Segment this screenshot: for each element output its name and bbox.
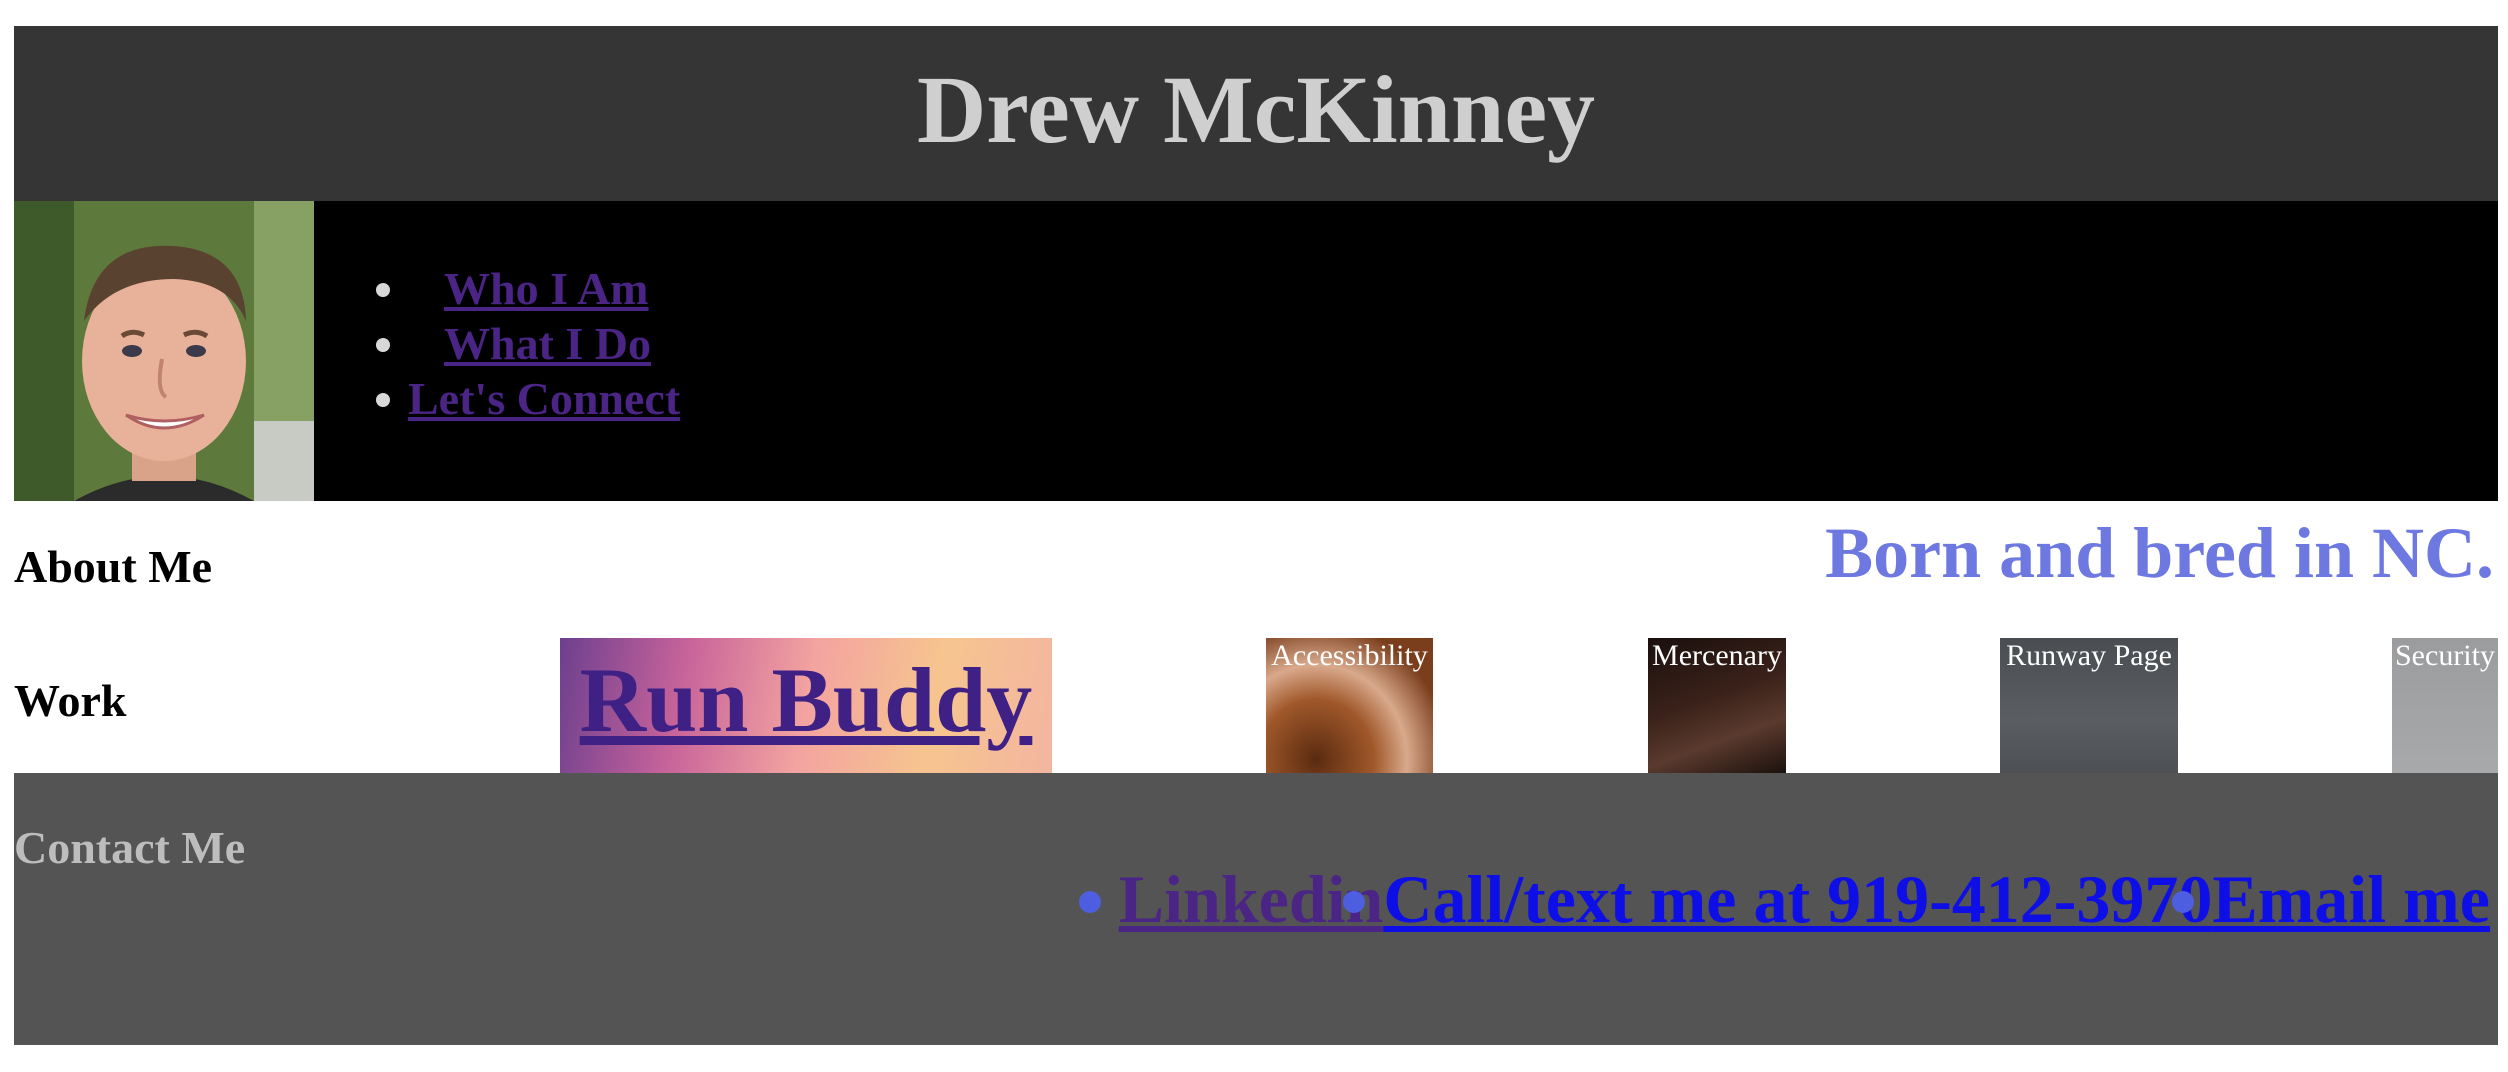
nav-list: Who I Am What I Do Let's Connect — [344, 261, 680, 426]
project-label-accessibility: Accessibility — [1271, 639, 1428, 672]
contact-item-email: Email me — [2172, 865, 2490, 933]
nav-link-what-i-do[interactable]: What I Do — [444, 318, 651, 369]
phone-link[interactable]: Call/text me at 919-412-3970 — [1383, 861, 2212, 937]
project-label-mercenary: Mercenary — [1652, 639, 1782, 672]
project-tile-run-buddy: Run Buddy — [560, 638, 1052, 773]
project-label-runway-page: Runway Page — [2006, 639, 2172, 672]
project-tile-mercenary[interactable]: Mercenary — [1648, 638, 1786, 773]
site-header: Drew McKinney — [14, 26, 2498, 201]
project-tile-runway-page[interactable]: Runway Page — [2000, 638, 2178, 773]
profile-photo — [14, 201, 314, 501]
site-title: Drew McKinney — [916, 56, 1596, 163]
contact-heading: Contact Me — [14, 822, 246, 873]
nav-link-lets-connect[interactable]: Let's Connect — [408, 373, 680, 424]
project-tile-accessibility[interactable]: Accessibility — [1266, 638, 1433, 773]
work-heading: Work — [14, 675, 127, 726]
project-label-security: Security — [2395, 639, 2495, 672]
nav-item-who-i-am: Who I Am — [344, 261, 680, 316]
contact-footer: Contact Me Linkedin Call/text me at 919-… — [14, 773, 2498, 1045]
profile-photo-art — [14, 201, 314, 501]
contact-list: Linkedin Call/text me at 919-412-3970 Em… — [1078, 865, 2490, 933]
project-link-run-buddy[interactable]: Run Buddy — [560, 638, 1052, 746]
nav-item-what-i-do: What I Do — [344, 316, 680, 371]
nav-link-who-i-am[interactable]: Who I Am — [444, 263, 648, 314]
nav-band: Who I Am What I Do Let's Connect — [14, 201, 2498, 501]
about-text: Born and bred in NC. — [1825, 513, 2494, 593]
project-tile-security[interactable]: Security — [2392, 638, 2498, 773]
email-link[interactable]: Email me — [2212, 861, 2490, 937]
nav-item-lets-connect: Let's Connect — [344, 371, 680, 426]
contact-item-phone: Call/text me at 919-412-3970 — [1343, 865, 2212, 933]
about-heading: About Me — [14, 541, 213, 592]
